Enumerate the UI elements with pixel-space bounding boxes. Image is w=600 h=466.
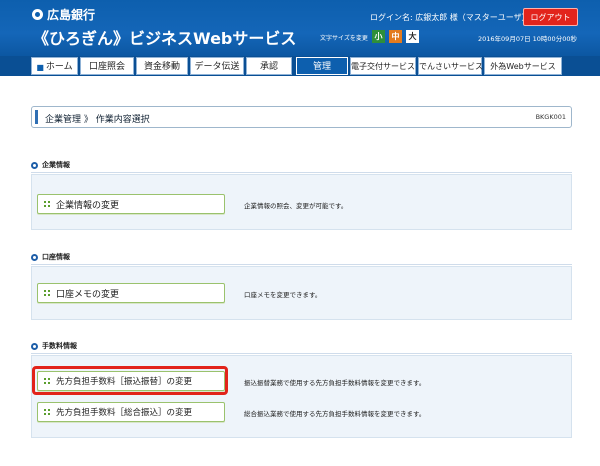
company-info-description: 企業情報の照会、変更が可能です。 [244, 202, 348, 210]
section-heading-company: 企業情報 [31, 160, 70, 170]
bullet-icon [31, 161, 38, 169]
tab-fund-transfer[interactable]: 資金移動 [136, 57, 188, 75]
grip-icon [44, 290, 50, 296]
bank-logo-icon [32, 9, 43, 20]
font-size-small-button[interactable]: 小 [372, 30, 385, 43]
tab-densai[interactable]: でんさいサービス [418, 57, 483, 75]
datetime: 2016年09月07日 10時00分00秒 [478, 35, 577, 43]
button-label: 口座メモの変更 [56, 289, 120, 300]
tab-data-transmission[interactable]: データ伝送 [190, 57, 244, 75]
page-title-box: 企業管理 》 作業内容選択 BKGK001 [31, 106, 572, 128]
section-company: 企業情報の変更 企業情報の照会、変更が可能です。 [31, 174, 572, 230]
highlight-box [32, 366, 228, 395]
divider [31, 172, 572, 173]
divider [31, 353, 572, 354]
grip-icon [44, 409, 50, 415]
bank-logo: 広島銀行 [32, 6, 95, 23]
header-bar: 広島銀行 《ひろぎん》ビジネスWebサービス ログイン名: 広銀太郎 様（マスタ… [0, 0, 600, 56]
account-memo-change-button[interactable]: 口座メモの変更 [37, 283, 225, 303]
tab-approval[interactable]: 承認 [246, 57, 292, 75]
tab-home-label: ホーム [45, 62, 73, 72]
button-label: 先方負担手数料［総合振込］の変更 [56, 408, 193, 418]
fee-bulk-transfer-description: 総合振込業務で使用する先方負担手数料情報を変更できます。 [244, 410, 426, 418]
bullet-icon [31, 253, 38, 261]
bullet-icon [31, 342, 38, 350]
tab-home[interactable]: ■ ホーム [31, 57, 78, 75]
tab-account-inquiry[interactable]: 口座照会 [80, 57, 134, 75]
company-info-change-button[interactable]: 企業情報の変更 [37, 194, 225, 214]
bank-name: 広島銀行 [47, 8, 96, 22]
section-heading-label: 手数料情報 [42, 342, 77, 350]
section-heading-account: 口座情報 [31, 252, 70, 262]
font-size-large-button[interactable]: 大 [406, 30, 419, 43]
tab-e-delivery[interactable]: 電子交付サービス [350, 57, 416, 75]
section-heading-label: 企業情報 [42, 161, 70, 169]
font-size-medium-button[interactable]: 中 [389, 30, 402, 43]
section-account: 口座メモの変更 口座メモを変更できます。 [31, 266, 572, 320]
main-nav: ■ ホーム 口座照会 資金移動 データ伝送 承認 管理 電子交付サービス でんさい… [0, 56, 600, 76]
section-heading-fee: 手数料情報 [31, 341, 77, 351]
home-icon: ■ [36, 63, 44, 72]
page-title: 企業管理 》 作業内容選択 [45, 115, 150, 125]
divider [31, 264, 572, 265]
account-memo-description: 口座メモを変更できます。 [244, 291, 322, 299]
page-code: BKGK001 [535, 113, 566, 121]
font-size-label: 文字サイズを変更 [320, 35, 368, 42]
login-info: ログイン名: 広銀太郎 様（マスターユーザ） [370, 13, 530, 22]
section-heading-label: 口座情報 [42, 253, 70, 261]
tab-forex-web[interactable]: 外為Webサービス [484, 57, 562, 75]
grip-icon [44, 201, 50, 207]
fee-transfer-description: 振込振替業務で使用する先方負担手数料情報を変更できます。 [244, 379, 426, 387]
button-label: 企業情報の変更 [56, 200, 120, 211]
service-name: 《ひろぎん》ビジネスWebサービス [33, 29, 297, 48]
logout-button[interactable]: ログアウト [523, 8, 578, 26]
fee-bulk-transfer-change-button[interactable]: 先方負担手数料［総合振込］の変更 [37, 402, 225, 422]
tab-management[interactable]: 管理 [296, 57, 348, 75]
